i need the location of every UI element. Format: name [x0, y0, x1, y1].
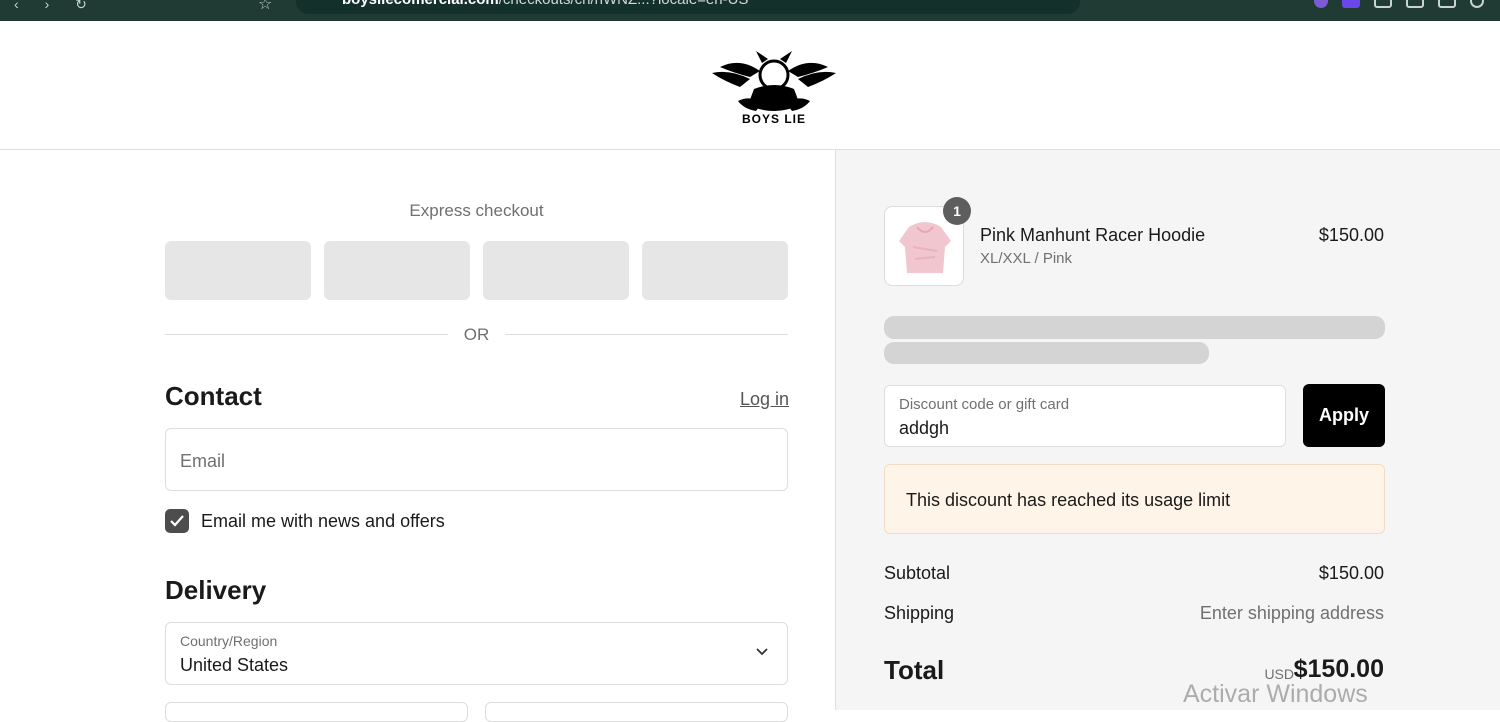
discount-value: addgh [899, 418, 950, 438]
discount-error-notice: This discount has reached its usage limi… [884, 464, 1385, 534]
apply-discount-button[interactable]: Apply [1303, 384, 1385, 447]
express-checkout-label: Express checkout [409, 201, 544, 220]
checkmark-icon [170, 515, 184, 527]
express-pay-button-2[interactable] [324, 241, 470, 300]
express-pay-button-1[interactable] [165, 241, 311, 300]
bookmark-icon[interactable]: ☆ [258, 0, 272, 14]
extension-icon[interactable] [1374, 0, 1392, 8]
order-summary: 1 Pink Manhunt Racer Hoodie XL/XXL / Pin… [835, 150, 1500, 710]
checkout-form: Express checkout OR Contact Log in Email… [0, 150, 835, 722]
chevron-down-icon [756, 648, 768, 656]
subtotal-label: Subtotal [884, 563, 951, 583]
url-path: /checkouts/cn/hWNZ...?locale=en-US [499, 0, 749, 8]
menu-icon[interactable] [1470, 0, 1484, 8]
browser-toolbar: ‹ › ↻ ☆ boysliecomercial.com/checkouts/c… [0, 0, 1500, 21]
extension-icon[interactable] [1314, 0, 1328, 8]
address-bar[interactable]: boysliecomercial.com/checkouts/cn/hWNZ..… [296, 0, 1080, 14]
reload-icon[interactable]: ↻ [75, 0, 87, 11]
contact-heading: Contact [165, 381, 262, 411]
product-variant: XL/XXL / Pink [980, 250, 1072, 267]
country-value: United States [180, 655, 289, 675]
email-placeholder: Email [180, 451, 226, 471]
total-label: Total [884, 655, 945, 685]
discount-error-text: This discount has reached its usage limi… [906, 490, 1231, 510]
store-header: BOYS LIE [0, 21, 1500, 150]
express-pay-button-4[interactable] [642, 241, 788, 300]
extension-icon[interactable] [1342, 0, 1360, 8]
country-select[interactable]: Country/Region United States [165, 622, 788, 685]
windows-activation-watermark: Activar Windows [1183, 680, 1368, 708]
login-link[interactable]: Log in [740, 389, 789, 410]
extensions-area [1314, 0, 1484, 8]
discount-label: Discount code or gift card [899, 396, 1070, 413]
subtotal-value: $150.00 [1318, 563, 1384, 583]
sidebar-icon[interactable] [1438, 0, 1456, 8]
or-label: OR [463, 325, 490, 344]
last-name-field[interactable] [485, 702, 788, 722]
or-divider: OR [165, 324, 788, 346]
email-field[interactable]: Email [165, 428, 788, 491]
discount-code-input[interactable]: Discount code or gift card addgh [884, 385, 1286, 447]
newsletter-checkbox[interactable] [165, 509, 189, 533]
loading-skeleton [884, 342, 1209, 364]
shipping-value: Enter shipping address [1199, 603, 1384, 623]
brand-logo-text: BOYS LIE [741, 112, 806, 126]
back-icon[interactable]: ‹ [14, 0, 19, 11]
extension-icon[interactable] [1406, 0, 1424, 8]
quantity-badge: 1 [943, 197, 971, 225]
express-pay-button-3[interactable] [483, 241, 629, 300]
loading-skeleton [884, 316, 1385, 339]
product-price: $150.00 [1318, 225, 1384, 245]
shipping-label: Shipping [884, 603, 955, 623]
url-host: boysliecomercial.com [342, 0, 499, 8]
forward-icon[interactable]: › [45, 0, 50, 11]
browser-nav: ‹ › ↻ [14, 0, 109, 11]
delivery-heading: Delivery [165, 575, 267, 605]
first-name-field[interactable] [165, 702, 468, 722]
product-name: Pink Manhunt Racer Hoodie [980, 225, 1206, 245]
newsletter-label: Email me with news and offers [201, 511, 445, 531]
country-label: Country/Region [180, 633, 278, 649]
